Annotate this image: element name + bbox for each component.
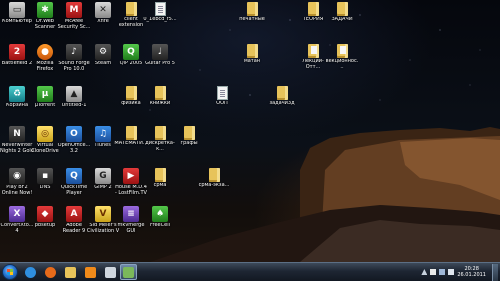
- volume-icon[interactable]: [448, 269, 455, 275]
- firefox-icon: [45, 266, 56, 278]
- icon-label: задачи3д: [269, 101, 295, 106]
- system-tray: 20:28 26.01.2011: [421, 263, 498, 281]
- firefox-icon: ●: [37, 44, 53, 60]
- folder-icon: [125, 86, 137, 100]
- folder-icon: [65, 266, 76, 278]
- icon-label: срма: [153, 183, 167, 188]
- desktop-icon-zadachi[interactable]: ЗАДАЧИ: [325, 2, 359, 38]
- image-file-icon: ▲: [66, 86, 82, 102]
- pbsetup-icon: ◆: [37, 206, 53, 222]
- desktop-icon-grafy[interactable]: графы: [172, 126, 206, 162]
- recycle-bin-icon: ♻: [9, 86, 25, 102]
- guitarpro-icon: ♩: [152, 44, 168, 60]
- desktop-icon-guitar-pro[interactable]: ♩ Guitar Pro 5: [143, 44, 177, 80]
- desktop-icon-freecell[interactable]: ♠ FreeCell: [143, 206, 177, 242]
- battlefield-icon: 2: [9, 44, 25, 60]
- utorrent-icon: µ: [37, 86, 53, 102]
- folder-icon: [246, 44, 258, 58]
- icon-label: FreeCell: [150, 223, 170, 228]
- video-file-icon: ▶: [123, 168, 139, 184]
- desktop-icon-srma[interactable]: срма: [143, 168, 177, 204]
- desktop-icon-knizhki[interactable]: книжки: [143, 86, 177, 122]
- flag-icon[interactable]: [430, 269, 437, 275]
- show-hidden-icons-icon[interactable]: [421, 269, 428, 275]
- taskbar: 20:28 26.01.2011: [0, 262, 500, 281]
- document-icon: [216, 86, 228, 100]
- media-player-icon: [85, 266, 96, 278]
- internet-explorer-icon: [25, 266, 36, 278]
- folder-icon: [125, 126, 137, 140]
- document-icon: [154, 2, 166, 16]
- folder-icon: [154, 126, 166, 140]
- mkvmerge-icon: ≡: [123, 206, 139, 222]
- folder-icon: [125, 2, 137, 16]
- folder-icon: [208, 168, 220, 182]
- icon-label: 0_1ebcd_f5...: [143, 17, 177, 22]
- icon-label: Untitled-1: [61, 103, 87, 108]
- freecell-icon: ♠: [152, 206, 168, 222]
- desktop-icon-0-1ebcd[interactable]: 0_1ebcd_f5...: [143, 2, 177, 38]
- taskbar-internet-explorer[interactable]: [22, 264, 39, 280]
- taskbar-firefox[interactable]: [42, 264, 59, 280]
- desktop: ▭ Компьютер 2 Battlefield 2 ♻ Корзина N …: [0, 0, 500, 262]
- soundforge-icon: ♪: [66, 44, 82, 60]
- clonedrive-icon: ◎: [37, 126, 53, 142]
- openoffice-icon: O: [66, 126, 82, 142]
- gimp-icon: G: [95, 168, 111, 184]
- civilization-icon: V: [95, 206, 111, 222]
- taskbar-explorer[interactable]: [62, 264, 79, 280]
- folder-icon: [246, 2, 258, 16]
- desktop-icon-srma-ekza[interactable]: срма-экза...: [197, 168, 231, 204]
- desktop-icon-pechatnye[interactable]: печатные: [235, 2, 269, 38]
- folder-document-icon: [336, 44, 348, 58]
- icon-label: матан: [243, 59, 261, 64]
- desktop-icon-vekcionnos[interactable]: векционнос...: [325, 44, 359, 80]
- mcafee-icon: M: [66, 2, 82, 18]
- icon-label: графы: [180, 141, 198, 146]
- icon-label: Guitar Pro 5: [145, 61, 175, 66]
- itunes-icon: ♫: [95, 126, 111, 142]
- desktop-icon-matan[interactable]: матан: [235, 44, 269, 80]
- taskbar-active-window[interactable]: [120, 264, 137, 280]
- icon-label: ООП: [216, 101, 228, 106]
- network-icon[interactable]: [439, 269, 446, 275]
- show-desktop-button[interactable]: [492, 263, 498, 281]
- start-button[interactable]: [2, 264, 18, 280]
- folder-icon: [276, 86, 288, 100]
- neverwinter-icon: N: [9, 126, 25, 142]
- folder-icon: [307, 2, 319, 16]
- calculator-icon: [105, 266, 116, 278]
- computer-icon: ▭: [9, 2, 25, 18]
- desktop-icon-zadachi3d[interactable]: задачи3д: [265, 86, 299, 122]
- folder-icon: [154, 168, 166, 182]
- qip-icon: Q: [123, 44, 139, 60]
- clock-date: 26.01.2011: [457, 272, 486, 278]
- quicktime-icon: Q: [66, 168, 82, 184]
- icon-label: срма-экза...: [198, 183, 230, 188]
- steam-icon: ⚙: [95, 44, 111, 60]
- dns-icon: ▪: [37, 168, 53, 184]
- icon-label: ЗАДАЧИ: [331, 17, 353, 22]
- taskbar-media-player[interactable]: [82, 264, 99, 280]
- folder-icon: [154, 86, 166, 100]
- folder-icon: [183, 126, 195, 140]
- taskbar-calculator[interactable]: [102, 264, 119, 280]
- xfire-icon: ✕: [95, 2, 111, 18]
- folder-icon: [336, 2, 348, 16]
- desktop-icon-oop[interactable]: ООП: [205, 86, 239, 122]
- icon-label: печатные: [239, 17, 265, 22]
- window-icon: [123, 266, 134, 278]
- desktop-icon-untitled-1[interactable]: ▲ Untitled-1: [57, 86, 91, 122]
- drweb-icon: ✱: [37, 2, 53, 18]
- clock[interactable]: 20:28 26.01.2011: [457, 266, 486, 278]
- icon-label: книжки: [149, 101, 171, 106]
- convertx-icon: X: [9, 206, 25, 222]
- icon-label: векционнос...: [325, 59, 359, 70]
- bf2-online-icon: ◉: [9, 168, 25, 184]
- folder-document-icon: [307, 44, 319, 58]
- adobe-reader-icon: A: [66, 206, 82, 222]
